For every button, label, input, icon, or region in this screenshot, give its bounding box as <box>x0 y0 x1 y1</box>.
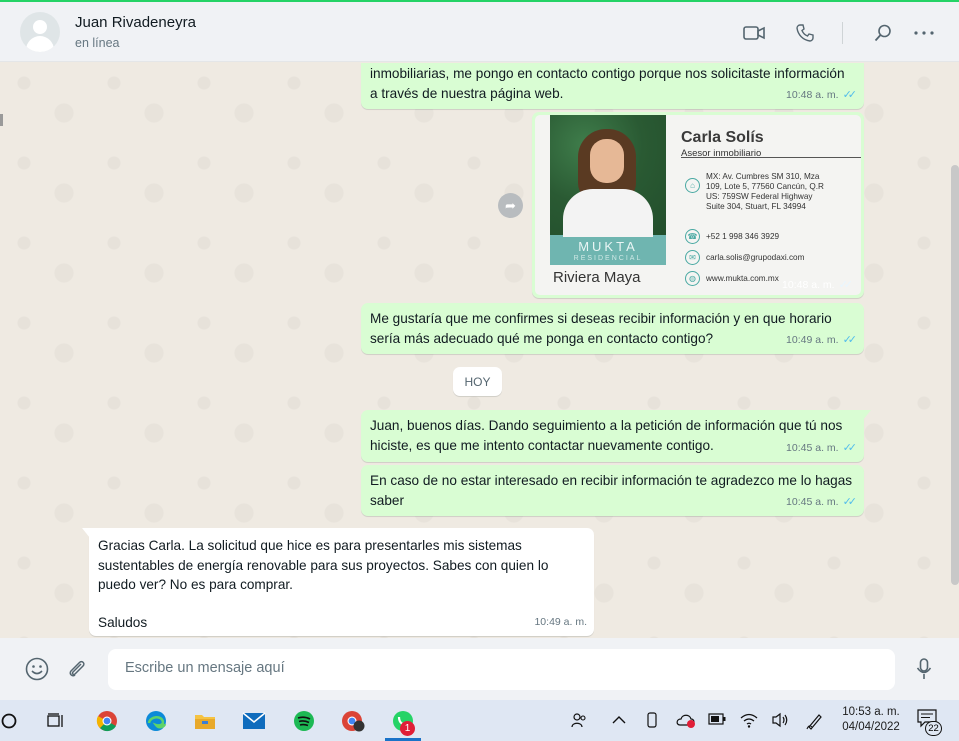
voice-call-icon[interactable] <box>792 20 818 46</box>
people-icon[interactable] <box>571 712 587 731</box>
read-ticks-icon: ✓✓ <box>838 279 854 291</box>
cortana-icon[interactable] <box>0 707 23 735</box>
message-bubble-incoming[interactable]: Gracias Carla. La solicitud que hice es … <box>82 528 594 636</box>
file-explorer-icon[interactable] <box>191 707 219 735</box>
message-time: 10:49 a. m. <box>786 333 839 346</box>
card-location: Riviera Maya <box>553 269 641 286</box>
forward-icon[interactable]: ➦ <box>498 193 523 218</box>
phone-icon: ☎ <box>685 229 700 244</box>
read-ticks-icon: ✓✓ <box>842 333 858 346</box>
message-text: En caso de no estar interesado en recibi… <box>370 473 853 508</box>
bubble-tail <box>82 528 90 538</box>
message-time: 10:45 a. m. <box>786 441 839 454</box>
task-view-icon[interactable] <box>42 707 70 735</box>
clock-time: 10:53 a. m. <box>842 706 900 718</box>
whatsapp-unread-badge: 1 <box>400 721 415 736</box>
image-message[interactable]: MUKTA RESIDENCIAL Riviera Maya Carla Sol… <box>532 112 864 298</box>
message-text: Gracias Carla. La solicitud que hice es … <box>98 538 549 592</box>
spotify-icon[interactable] <box>290 707 318 735</box>
message-bubble-outgoing[interactable]: inmobiliarias, me pongo en contacto cont… <box>361 63 864 109</box>
card-divider <box>681 157 861 158</box>
message-text-signoff: Saludos <box>98 614 148 630</box>
card-name: Carla Solís <box>681 129 764 146</box>
clock-date: 04/04/2022 <box>842 721 900 733</box>
read-ticks-icon: ✓✓ <box>842 88 858 101</box>
chat-header[interactable]: Juan Rivadeneyra en línea <box>0 2 959 62</box>
read-ticks-icon: ✓✓ <box>842 495 858 508</box>
device-icon[interactable] <box>645 712 659 731</box>
chat-scrollbar[interactable] <box>951 165 959 585</box>
notification-count-badge: 22 <box>925 721 942 736</box>
card-email: carla.solis@grupodaxi.com <box>706 252 805 262</box>
windows-taskbar: 1 10:53 a. m. 04/04/2022 22 <box>0 700 959 741</box>
contact-name[interactable]: Juan Rivadeneyra <box>75 14 196 31</box>
message-time: 10:48 a. m. <box>782 278 835 291</box>
read-ticks-icon: ✓✓ <box>842 441 858 454</box>
business-card-image[interactable]: MUKTA RESIDENCIAL Riviera Maya Carla Sol… <box>535 115 861 295</box>
card-phone: +52 1 998 346 3929 <box>706 231 780 241</box>
header-separator <box>842 22 843 44</box>
card-web: www.mukta.com.mx <box>706 273 779 283</box>
system-clock[interactable]: 10:53 a. m. 04/04/2022 <box>840 705 902 735</box>
card-phone-row: ☎ +52 1 998 346 3929 <box>685 229 779 244</box>
message-time: 10:45 a. m. <box>786 495 839 508</box>
attach-clip-icon[interactable] <box>64 656 90 682</box>
message-composer: Escribe un mensaje aquí <box>0 638 959 700</box>
pen-icon[interactable] <box>806 712 824 733</box>
brand-logo: MUKTA <box>578 239 638 254</box>
message-bubble-outgoing[interactable]: En caso de no estar interesado en recibi… <box>361 465 864 516</box>
bubble-tail <box>863 410 871 420</box>
wifi-icon[interactable] <box>740 712 758 731</box>
mail-icon[interactable] <box>240 707 268 735</box>
message-time: 10:49 a. m. <box>534 615 587 628</box>
message-text: inmobiliarias, me pongo en contacto cont… <box>370 66 845 101</box>
card-address: ⌂ MX: Av. Cumbres SM 310, Mza 109, Lote … <box>685 172 824 212</box>
emoji-icon[interactable] <box>24 656 50 682</box>
microphone-icon[interactable] <box>911 656 937 682</box>
search-icon[interactable] <box>870 20 896 46</box>
message-bubble-outgoing[interactable]: Juan, buenos días. Dando seguimiento a l… <box>361 410 871 462</box>
globe-icon: ◍ <box>685 271 700 286</box>
message-text: Juan, buenos días. Dando seguimiento a l… <box>370 418 843 453</box>
card-web-row: ◍ www.mukta.com.mx <box>685 271 779 286</box>
card-email-row: ✉ carla.solis@grupodaxi.com <box>685 250 804 265</box>
message-text: Me gustaría que me confirmes si deseas r… <box>370 311 832 346</box>
message-bubble-outgoing[interactable]: Me gustaría que me confirmes si deseas r… <box>361 303 864 354</box>
video-call-icon[interactable] <box>741 20 767 46</box>
contact-status: en línea <box>75 36 120 50</box>
chevron-up-icon[interactable] <box>612 712 626 728</box>
battery-icon[interactable] <box>708 712 726 728</box>
brand-subtitle: RESIDENCIAL <box>573 255 643 262</box>
message-input[interactable]: Escribe un mensaje aquí <box>108 649 895 690</box>
onedrive-error-icon[interactable] <box>676 712 696 731</box>
chrome-profile-icon[interactable] <box>339 707 367 735</box>
contact-avatar[interactable] <box>20 12 60 52</box>
left-edge-marker <box>0 114 3 126</box>
message-time: 10:48 a. m. <box>786 88 839 101</box>
date-divider: HOY <box>453 367 502 396</box>
volume-icon[interactable] <box>771 712 789 731</box>
email-icon: ✉ <box>685 250 700 265</box>
edge-icon[interactable] <box>142 707 170 735</box>
chrome-icon[interactable] <box>93 707 121 735</box>
menu-dots-icon[interactable] <box>911 20 937 46</box>
location-icon: ⌂ <box>685 178 700 193</box>
